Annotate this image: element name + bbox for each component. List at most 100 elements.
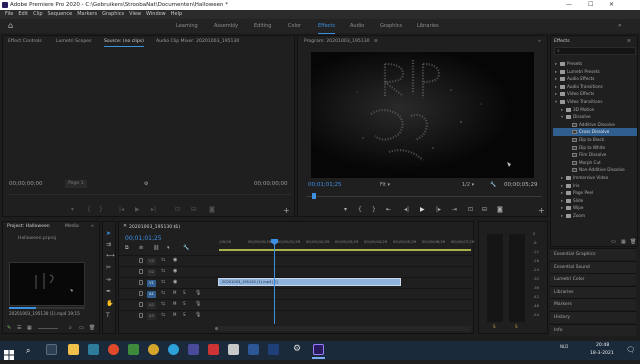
microphone-icon[interactable]: 🎙 [195,301,201,307]
effects-item[interactable]: ▸ Zoom [553,212,637,220]
time-ruler[interactable]: ;00;00 00;00;00;29 00;00;01;29 00;00;02;29 0… [219,239,474,248]
minimize-icon[interactable]: — [566,0,572,10]
chrome-icon[interactable] [148,344,159,355]
sync-lock-icon[interactable]: ⇆ [161,301,165,307]
mute-button[interactable]: M [173,301,176,306]
timeline-menu-icon[interactable]: ≡ [173,223,177,232]
program-timecode[interactable]: 00;01;01;25 [308,182,342,188]
sync-lock-icon[interactable]: ⇆ [161,268,165,274]
panel-header-essential-graphics[interactable]: Essential Graphics [550,248,636,260]
go-to-out-icon[interactable]: ⇥ [452,207,457,213]
meter-solo-right[interactable]: S [515,324,518,329]
effects-item[interactable]: ▸ Audio Effects [553,75,637,83]
list-view-icon[interactable]: ☰ [17,325,21,331]
effects-item[interactable]: ▸ Lumetri Presets [553,68,637,76]
slip-tool-icon[interactable]: ⟛ [106,277,111,283]
effects-menu-icon[interactable]: ≡ [627,37,631,46]
notifications-icon[interactable]: 🗨 [626,346,635,354]
wrench-icon[interactable]: 🔧 [490,182,496,188]
track-lock-icon[interactable] [139,258,143,263]
snap-icon[interactable]: ⋒ [139,245,143,251]
ripple-edit-icon[interactable]: ⟷ [106,253,115,259]
track-lock-icon[interactable] [139,302,143,307]
effects-item[interactable]: ▸ Presets [553,60,637,68]
nest-icon[interactable]: ⧉ [125,245,129,251]
mark-in-icon[interactable]: ▾ [71,207,74,213]
workspace-tab-effects[interactable]: Effects [318,19,335,34]
trash-icon[interactable]: 🗑 [89,325,95,331]
effects-item[interactable]: ▸ Video Effects [553,90,637,98]
source-tab-0[interactable]: Effect Controls [8,37,42,46]
marker-icon[interactable]: ▾ [344,207,347,213]
mark-in-icon[interactable]: { [358,207,362,213]
program-more-icon[interactable]: » [538,37,541,46]
workspace-tab-learning[interactable]: Learning [176,19,198,33]
track-lock-icon[interactable] [139,280,143,285]
trash-icon[interactable]: 🗑 [630,239,636,245]
powerpoint-icon[interactable] [208,344,219,355]
play-icon[interactable]: ▶ [135,207,140,213]
search-icon[interactable]: ⌕ [69,325,72,331]
go-to-in-icon[interactable]: ⇤ [386,207,391,213]
menu-item-graphics[interactable]: Graphics [102,10,124,19]
source-scrub-bar[interactable] [9,194,291,195]
windows-start-icon[interactable] [4,345,14,360]
edge-icon[interactable] [168,344,179,355]
media-browser-tab[interactable]: Media [65,222,79,231]
program-title[interactable]: Program: 20201003_195130 [304,37,370,46]
track-lock-icon[interactable] [139,291,143,296]
panel-header-essential-sound[interactable]: Essential Sound [550,260,636,273]
track-target-a1[interactable]: A1 [147,291,156,298]
menu-item-view[interactable]: View [129,10,141,19]
app-gray-icon[interactable] [228,344,239,355]
track-select-icon[interactable]: ⇉ [106,242,111,248]
menu-item-sequence[interactable]: Sequence [48,10,73,19]
project-more-icon[interactable]: » [91,222,94,231]
workspace-tab-audio[interactable]: Audio [350,19,364,33]
new-bin-icon[interactable]: ▭ [79,325,84,331]
effects-item[interactable]: ▸ 3D Motion [553,106,637,114]
sync-lock-icon[interactable]: ⇆ [161,290,165,296]
step-back-icon[interactable]: |◂ [119,207,124,213]
settings-icon[interactable]: ⚙ [293,344,304,355]
meter-solo-left[interactable]: S [493,324,496,329]
track-target-v2[interactable]: V2 [147,269,156,276]
eye-icon[interactable]: ◉ [173,268,177,274]
program-menu-icon[interactable]: ≡ [374,37,378,46]
clock-time[interactable]: 20:48 [596,343,609,348]
eye-icon[interactable]: ◉ [173,279,177,285]
eye-icon[interactable]: ◉ [173,257,177,263]
track-lock-icon[interactable] [139,313,143,318]
step-forward-icon[interactable]: ▸| [151,207,156,213]
effects-item[interactable]: Cross Dissolve [553,128,637,136]
app-green-icon[interactable] [128,344,139,355]
premiere-taskbar-icon[interactable] [313,344,324,355]
workspace-tab-libraries[interactable]: Libraries [417,19,439,33]
microphone-icon[interactable]: 🎙 [195,312,201,318]
add-button-icon[interactable]: + [283,207,290,215]
effects-item[interactable]: ▸ Wipe [553,204,637,212]
workspace-tab-color[interactable]: Color [288,19,301,33]
outlook-icon[interactable] [268,344,279,355]
export-frame-icon[interactable]: ◙ [497,207,503,213]
sync-lock-icon[interactable]: ⇆ [161,279,165,285]
effects-item[interactable]: ▸ Audio Transitions [553,83,637,91]
source-tab-2[interactable]: Source: (no clips) [104,37,144,47]
timeline-close-icon[interactable]: ✕ [123,224,127,229]
menu-item-markers[interactable]: Markers [77,10,97,19]
effects-item[interactable]: Film Dissolve [553,151,637,159]
maximize-icon[interactable]: ☐ [588,0,593,10]
clock-date[interactable]: 18-3-2021 [590,351,614,356]
workspace-more-icon[interactable]: » [618,19,622,33]
panel-header-lumetri-color[interactable]: Lumetri Color [550,273,636,286]
workspace-tab-graphics[interactable]: Graphics [380,19,402,33]
icon-view-icon[interactable]: ▦ [27,325,32,331]
workspace-tab-assembly[interactable]: Assembly [214,19,238,33]
effects-search-input[interactable]: ⌕ [554,47,636,55]
effects-item[interactable]: Additive Dissolve [553,121,637,129]
fit-select[interactable]: Fit ▾ [380,182,390,188]
program-video-frame[interactable] [311,52,534,178]
step-back-icon[interactable]: ◂| [404,207,409,213]
solo-button[interactable]: S [183,290,186,295]
project-tab[interactable]: Project: Halloween [7,222,50,231]
